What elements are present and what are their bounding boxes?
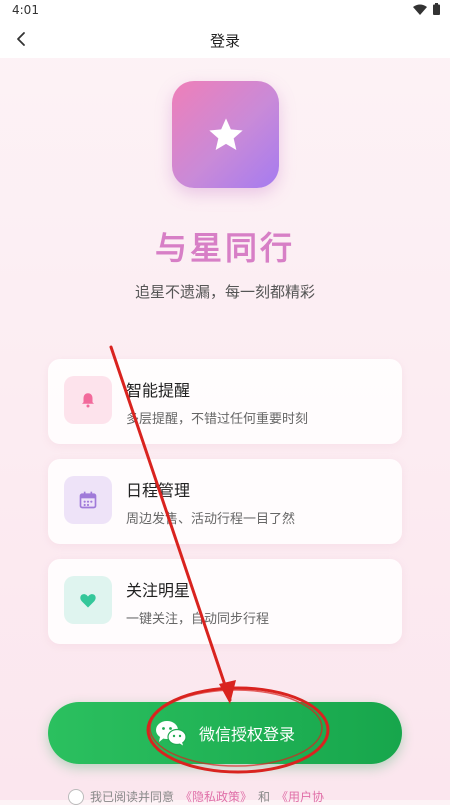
- login-button-label: 微信授权登录: [198, 725, 295, 744]
- feature-card-schedule: 日程管理 周边发售、活动行程一目了然: [48, 459, 402, 544]
- feature-icon-box: [64, 576, 112, 624]
- feature-title: 智能提醒: [126, 381, 191, 400]
- status-bar: 4:01: [0, 0, 450, 20]
- feature-card-reminder: 智能提醒 多层提醒，不错过任何重要时刻: [48, 359, 402, 444]
- status-icons: [413, 3, 440, 15]
- star-icon: [208, 117, 243, 150]
- app-name: 与星同行: [154, 229, 295, 267]
- feature-card-follow: 关注明星 一键关注，自动同步行程: [48, 559, 402, 644]
- app-slogan: 追星不遗漏，每一刻都精彩: [134, 283, 315, 301]
- feature-icon-box: [64, 476, 112, 524]
- bell-icon: [82, 393, 94, 408]
- agreement-prefix: 我已阅读并同意: [90, 790, 175, 804]
- feature-desc: 一键关注，自动同步行程: [126, 612, 270, 627]
- feature-desc: 周边发售、活动行程一目了然: [126, 512, 296, 527]
- app-logo: [172, 81, 279, 188]
- wifi-icon: [413, 4, 427, 15]
- feature-desc: 多层提醒，不错过任何重要时刻: [126, 412, 309, 427]
- heart-icon: [80, 594, 96, 608]
- nav-bar: 登录: [0, 20, 450, 58]
- wechat-login-button[interactable]: 微信授权登录: [48, 702, 402, 764]
- calendar-icon: [79, 491, 97, 509]
- wechat-icon: [155, 721, 187, 746]
- agreement-checkbox[interactable]: [68, 788, 84, 805]
- feature-icon-box: [64, 376, 112, 424]
- agreement-row: 我已阅读并同意 《隐私政策》 和 《用户协: [68, 788, 324, 805]
- page-title: 登录: [209, 32, 240, 50]
- agreement-and: 和: [258, 790, 271, 804]
- feature-title: 日程管理: [126, 481, 191, 500]
- terms-link[interactable]: 《用户协: [276, 788, 324, 805]
- annotation-arrow-head: [219, 680, 236, 704]
- feature-title: 关注明星: [126, 581, 191, 600]
- status-time: 4:01: [12, 3, 39, 17]
- battery-icon: [433, 3, 440, 15]
- privacy-policy-link[interactable]: 《隐私政策》: [180, 788, 252, 805]
